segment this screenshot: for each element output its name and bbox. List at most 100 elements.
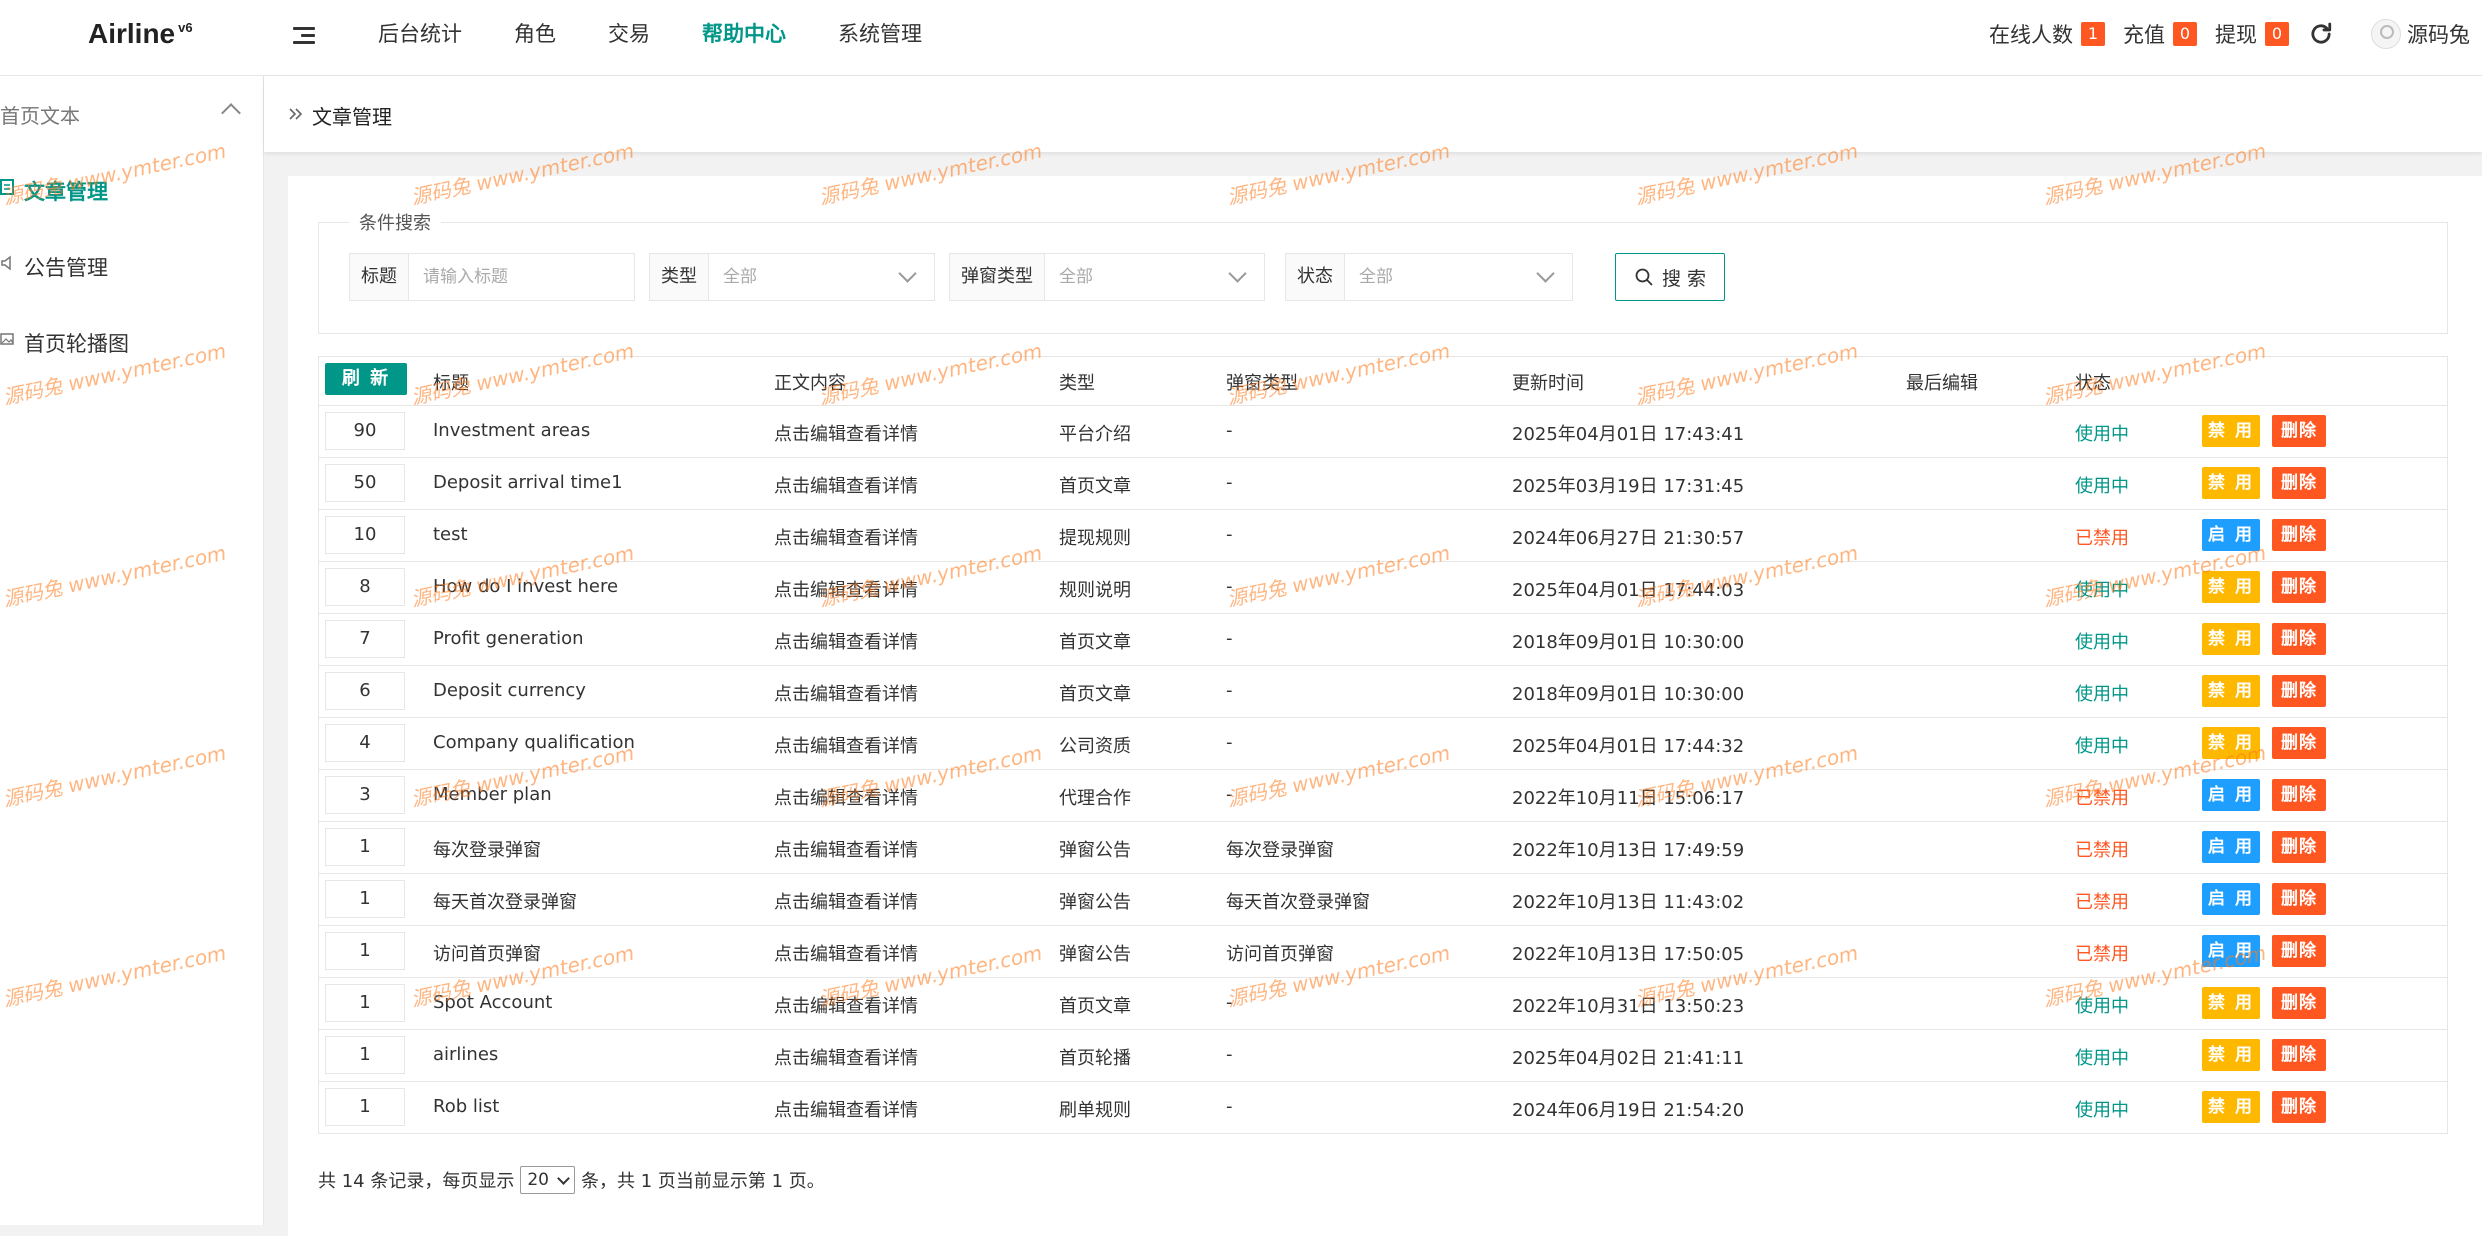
cell-content[interactable]: 点击编辑查看详情 <box>774 628 918 654</box>
sort-order-input[interactable]: 1 <box>325 984 405 1022</box>
cell-content[interactable]: 点击编辑查看详情 <box>774 992 918 1018</box>
delete-button[interactable]: 删除 <box>2272 623 2326 655</box>
speaker-icon <box>1 255 11 271</box>
disable-button[interactable]: 禁 用 <box>2202 727 2260 759</box>
cell-content[interactable]: 点击编辑查看详情 <box>774 732 918 758</box>
sort-order-input[interactable]: 1 <box>325 828 405 866</box>
app-logo[interactable]: Airline v6 <box>88 18 193 50</box>
cell-popup-type: - <box>1226 680 1233 701</box>
delete-button[interactable]: 删除 <box>2272 883 2326 915</box>
sort-order-input[interactable]: 3 <box>325 776 405 814</box>
sort-order-input[interactable]: 6 <box>325 672 405 710</box>
nav-item[interactable]: 角色 <box>488 0 582 76</box>
cell-content[interactable]: 点击编辑查看详情 <box>774 1044 918 1070</box>
cell-content[interactable]: 点击编辑查看详情 <box>774 836 918 862</box>
cell-title: Company qualification <box>433 732 635 753</box>
enable-button[interactable]: 启 用 <box>2202 883 2260 915</box>
table-row: 1 访问首页弹窗 点击编辑查看详情 弹窗公告 访问首页弹窗 2022年10月13日 17:… <box>319 926 2447 978</box>
nav-item[interactable]: 交易 <box>582 0 676 76</box>
sidebar-item-notice-management[interactable]: 公告管理 <box>0 228 263 304</box>
refresh-button[interactable]: 刷 新 <box>325 363 407 395</box>
user-menu[interactable]: 源码兔 <box>2371 19 2470 49</box>
withdraw-stat[interactable]: 提现 0 <box>2215 19 2289 49</box>
cell-content[interactable]: 点击编辑查看详情 <box>774 524 918 550</box>
type-select[interactable]: 全部 <box>709 254 934 300</box>
chevron-down-icon <box>1228 264 1247 283</box>
disable-button[interactable]: 禁 用 <box>2202 571 2260 603</box>
cell-popup-type: - <box>1226 1044 1233 1065</box>
cell-updated: 2022年10月13日 17:50:05 <box>1512 944 1745 965</box>
delete-button[interactable]: 删除 <box>2272 519 2326 551</box>
cell-content[interactable]: 点击编辑查看详情 <box>774 576 918 602</box>
page-size-select[interactable]: 20 <box>520 1166 575 1194</box>
enable-button[interactable]: 启 用 <box>2202 831 2260 863</box>
sort-order-input[interactable]: 4 <box>325 724 405 762</box>
sort-order-input[interactable]: 1 <box>325 1088 405 1126</box>
disable-button[interactable]: 禁 用 <box>2202 1039 2260 1071</box>
delete-button[interactable]: 删除 <box>2272 1039 2326 1071</box>
search-button[interactable]: 搜 索 <box>1615 253 1725 301</box>
sidebar-item-article-management[interactable]: 文章管理 <box>0 152 263 228</box>
enable-button[interactable]: 启 用 <box>2202 935 2260 967</box>
cell-content[interactable]: 点击编辑查看详情 <box>774 680 918 706</box>
delete-button[interactable]: 删除 <box>2272 467 2326 499</box>
sort-order-input[interactable]: 1 <box>325 1036 405 1074</box>
disable-button[interactable]: 禁 用 <box>2202 1091 2260 1123</box>
sort-order-input[interactable]: 50 <box>325 464 405 502</box>
enable-button[interactable]: 启 用 <box>2202 519 2260 551</box>
title-search-input[interactable]: 请输入标题 <box>409 254 634 300</box>
disable-button[interactable]: 禁 用 <box>2202 987 2260 1019</box>
cell-content[interactable]: 点击编辑查看详情 <box>774 784 918 810</box>
cell-popup-type: - <box>1226 992 1233 1013</box>
status-badge: 使用中 <box>2075 684 2129 705</box>
sort-order-input[interactable]: 90 <box>325 412 405 450</box>
column-header-title: 标题 <box>433 373 469 394</box>
sidebar-item-homepage-carousel[interactable]: 首页轮播图 <box>0 304 263 380</box>
popup-type-filter: 弹窗类型 全部 <box>949 253 1265 301</box>
status-badge: 使用中 <box>2075 632 2129 653</box>
disable-button[interactable]: 禁 用 <box>2202 415 2260 447</box>
popup-type-select[interactable]: 全部 <box>1045 254 1264 300</box>
column-header-type: 类型 <box>1059 373 1095 394</box>
menu-toggle-icon[interactable] <box>290 22 320 50</box>
sort-order-input[interactable]: 1 <box>325 932 405 970</box>
sort-order-input[interactable]: 7 <box>325 620 405 658</box>
cell-updated: 2025年04月01日 17:43:41 <box>1512 424 1745 445</box>
delete-button[interactable]: 删除 <box>2272 831 2326 863</box>
table-row: 3 Member plan 点击编辑查看详情 代理合作 - 2022年10月11日 15:… <box>319 770 2447 822</box>
nav-item[interactable]: 系统管理 <box>812 0 948 76</box>
sidebar-group-homepage-text[interactable]: 首页文本 <box>0 76 263 152</box>
enable-button[interactable]: 启 用 <box>2202 779 2260 811</box>
cell-content[interactable]: 点击编辑查看详情 <box>774 420 918 446</box>
refresh-icon[interactable] <box>2307 20 2335 48</box>
column-header-status: 状态 <box>2075 373 2111 394</box>
cell-content[interactable]: 点击编辑查看详情 <box>774 1096 918 1122</box>
cell-content[interactable]: 点击编辑查看详情 <box>774 940 918 966</box>
online-users-stat[interactable]: 在线人数 1 <box>1989 19 2105 49</box>
delete-button[interactable]: 删除 <box>2272 935 2326 967</box>
disable-button[interactable]: 禁 用 <box>2202 467 2260 499</box>
cell-content[interactable]: 点击编辑查看详情 <box>774 888 918 914</box>
cell-title: airlines <box>433 1044 499 1065</box>
delete-button[interactable]: 删除 <box>2272 415 2326 447</box>
delete-button[interactable]: 删除 <box>2272 675 2326 707</box>
sort-order-input[interactable]: 10 <box>325 516 405 554</box>
delete-button[interactable]: 删除 <box>2272 779 2326 811</box>
disable-button[interactable]: 禁 用 <box>2202 675 2260 707</box>
sort-order-input[interactable]: 8 <box>325 568 405 606</box>
column-header-popup-type: 弹窗类型 <box>1226 373 1298 394</box>
delete-button[interactable]: 删除 <box>2272 1091 2326 1123</box>
nav-item[interactable]: 后台统计 <box>352 0 488 76</box>
nav-item[interactable]: 帮助中心 <box>676 0 812 76</box>
cell-popup-type: - <box>1226 784 1233 805</box>
cell-content[interactable]: 点击编辑查看详情 <box>774 472 918 498</box>
delete-button[interactable]: 删除 <box>2272 571 2326 603</box>
cell-popup-type: 访问首页弹窗 <box>1226 944 1334 965</box>
status-select[interactable]: 全部 <box>1345 254 1572 300</box>
recharge-stat[interactable]: 充值 0 <box>2123 19 2197 49</box>
disable-button[interactable]: 禁 用 <box>2202 623 2260 655</box>
delete-button[interactable]: 删除 <box>2272 727 2326 759</box>
search-button-label: 搜 索 <box>1661 267 1707 290</box>
sort-order-input[interactable]: 1 <box>325 880 405 918</box>
delete-button[interactable]: 删除 <box>2272 987 2326 1019</box>
